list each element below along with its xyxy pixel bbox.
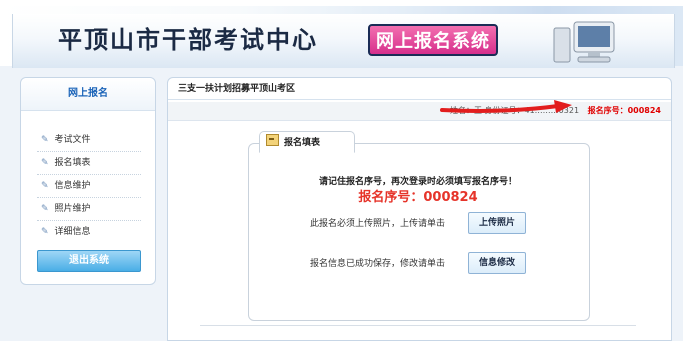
edit-info-button[interactable]: 信息修改 (468, 252, 526, 274)
sidebar-item-exam-files[interactable]: ✎ 考试文件 (41, 132, 91, 148)
sidebar-item-details[interactable]: ✎ 详细信息 (41, 224, 91, 240)
registration-number: 报名序号：000824 (358, 190, 478, 205)
paperclip-icon: ✎ (41, 227, 49, 237)
applicant-info-bar: 姓名：王 身份证号：41………0321 报名序号：000824 (168, 102, 671, 121)
menu-divider (37, 197, 141, 198)
logout-button[interactable]: 退出系统 (37, 250, 141, 272)
regno-value: 000824 (627, 106, 661, 115)
sidebar: 网上报名 ✎ 考试文件 ✎ 报名填表 ✎ 信息维护 ✎ 照片维护 ✎ 详细信息 退出系统 (20, 77, 156, 285)
upload-photo-button[interactable]: 上传照片 (468, 212, 526, 234)
photo-upload-text: 此报名必须上传照片，上传请单击 (310, 219, 446, 229)
computer-icon (553, 21, 615, 63)
sidebar-item-info-maintenance[interactable]: ✎ 信息维护 (41, 178, 91, 194)
sidebar-title: 网上报名 (21, 78, 155, 111)
form-tab-title: 报名填表 (284, 138, 321, 148)
red-arrow-annotation (440, 100, 572, 113)
sidebar-item-label: 报名填表 (54, 158, 91, 168)
menu-divider (37, 220, 141, 221)
sidebar-item-label: 考试文件 (54, 135, 91, 145)
form-tab: 报名填表 (259, 131, 355, 153)
paperclip-icon: ✎ (41, 181, 49, 191)
menu-divider (37, 174, 141, 175)
sidebar-item-label: 信息维护 (54, 181, 91, 191)
form-icon (266, 134, 279, 146)
edit-info-text: 报名信息已成功保存，修改请单击 (310, 259, 446, 269)
sidebar-item-label: 详细信息 (54, 227, 91, 237)
bottom-divider (200, 325, 636, 326)
header-banner: 平顶山市干部考试中心 网上报名系统 (0, 0, 683, 68)
menu-divider (37, 151, 141, 152)
sidebar-item-photo-maintenance[interactable]: ✎ 照片维护 (41, 201, 91, 217)
page-title: 三支一扶计划招募平顶山考区 (168, 78, 671, 100)
sidebar-item-label: 照片维护 (54, 204, 91, 214)
paperclip-icon: ✎ (41, 158, 49, 168)
sidebar-item-registration-form[interactable]: ✎ 报名填表 (41, 155, 91, 171)
regno-label: 报名序号： (587, 106, 628, 115)
registration-form-box (248, 143, 590, 321)
site-title: 平顶山市干部考试中心 (58, 25, 318, 54)
paperclip-icon: ✎ (41, 204, 49, 214)
system-title: 网上报名系统 (368, 24, 498, 56)
paperclip-icon: ✎ (41, 135, 49, 145)
